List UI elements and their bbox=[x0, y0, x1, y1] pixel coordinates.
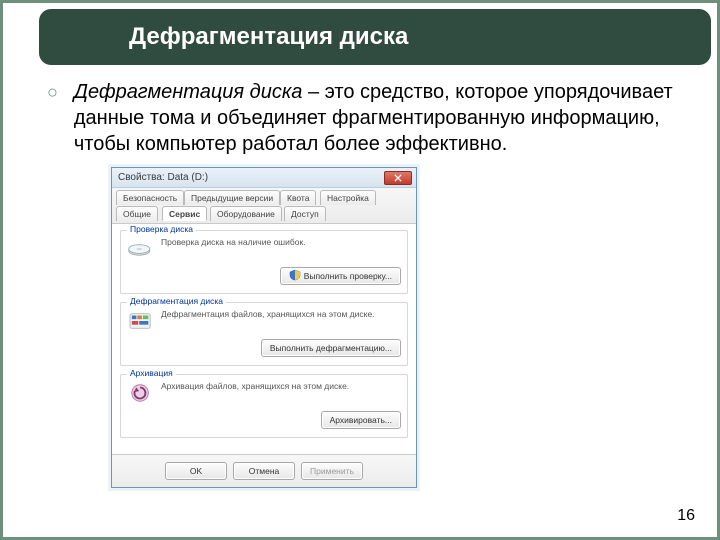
dialog-button-bar: OK Отмена Применить bbox=[112, 454, 416, 487]
group-archive-legend: Архивация bbox=[127, 368, 176, 378]
defrag-icon bbox=[127, 309, 155, 333]
embedded-screenshot: Свойства: Data (D:) Безопасность Предыду… bbox=[111, 167, 417, 488]
defrag-now-label: Выполнить дефрагментацию... bbox=[270, 343, 392, 353]
backup-now-label: Архивировать... bbox=[330, 415, 392, 425]
slide: Дефрагментация диска ○ Дефрагментация ди… bbox=[0, 0, 720, 540]
group-defrag-legend: Дефрагментация диска bbox=[127, 296, 226, 306]
group-defrag: Дефрагментация диска bbox=[120, 302, 408, 366]
bullet-item: ○ Дефрагментация диска – это средство, к… bbox=[47, 79, 689, 157]
group-archive: Архивация Архивация файлов, хранящихся н… bbox=[120, 374, 408, 438]
bullet-text: Дефрагментация диска – это средство, кот… bbox=[74, 79, 689, 157]
bullet-marker: ○ bbox=[47, 81, 58, 157]
group-archive-text: Архивация файлов, хранящихся на этом дис… bbox=[161, 381, 401, 392]
group-check-legend: Проверка диска bbox=[127, 224, 196, 234]
backup-now-button[interactable]: Архивировать... bbox=[321, 411, 401, 429]
shield-icon bbox=[289, 269, 301, 281]
tab-security[interactable]: Безопасность bbox=[116, 190, 184, 205]
tab-general[interactable]: Общие bbox=[116, 206, 158, 221]
window-title: Свойства: Data (D:) bbox=[118, 172, 384, 183]
tab-quota[interactable]: Квота bbox=[280, 190, 316, 205]
backup-icon bbox=[127, 381, 155, 405]
window-titlebar: Свойства: Data (D:) bbox=[112, 168, 416, 188]
bullet-term: Дефрагментация диска bbox=[74, 81, 303, 103]
tab-pane-tools: Проверка диска Проверка диска на наличие… bbox=[112, 224, 416, 454]
slide-title-bar: Дефрагментация диска bbox=[39, 9, 711, 65]
tab-hardware[interactable]: Оборудование bbox=[210, 206, 282, 221]
apply-button[interactable]: Применить bbox=[301, 462, 363, 480]
close-icon bbox=[394, 174, 402, 182]
defrag-now-button[interactable]: Выполнить дефрагментацию... bbox=[261, 339, 401, 357]
slide-body: ○ Дефрагментация диска – это средство, к… bbox=[3, 65, 717, 488]
slide-title: Дефрагментация диска bbox=[129, 23, 408, 51]
tab-sharing[interactable]: Доступ bbox=[284, 206, 326, 221]
tab-tools[interactable]: Сервис bbox=[162, 206, 207, 221]
drive-check-icon bbox=[127, 237, 155, 261]
tab-strip: Безопасность Предыдущие версии Квота Нас… bbox=[112, 188, 416, 224]
group-check-text: Проверка диска на наличие ошибок. bbox=[161, 237, 401, 248]
check-now-label: Выполнить проверку... bbox=[304, 271, 392, 281]
tab-customize[interactable]: Настройка bbox=[320, 190, 376, 205]
tab-prevvers[interactable]: Предыдущие версии bbox=[184, 190, 280, 205]
group-defrag-text: Дефрагментация файлов, хранящихся на это… bbox=[161, 309, 401, 320]
cancel-button[interactable]: Отмена bbox=[233, 462, 295, 480]
page-number: 16 bbox=[677, 507, 695, 525]
check-now-button[interactable]: Выполнить проверку... bbox=[280, 267, 401, 285]
window-close-button[interactable] bbox=[384, 171, 412, 185]
properties-window: Свойства: Data (D:) Безопасность Предыду… bbox=[111, 167, 417, 488]
ok-button[interactable]: OK bbox=[165, 462, 227, 480]
group-check-disk: Проверка диска Проверка диска на наличие… bbox=[120, 230, 408, 294]
